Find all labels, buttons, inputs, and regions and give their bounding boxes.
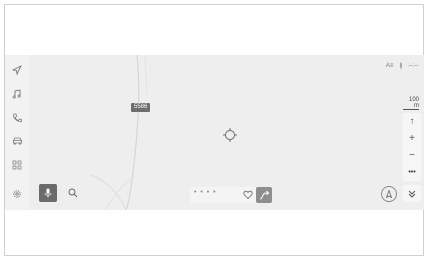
bluetooth-icon: ∦ bbox=[399, 63, 403, 69]
navigation-icon[interactable] bbox=[8, 61, 26, 79]
route-button[interactable] bbox=[256, 187, 272, 203]
search-icon bbox=[68, 188, 78, 198]
compass-button[interactable] bbox=[381, 186, 397, 202]
zoom-in-button[interactable]: + bbox=[403, 130, 421, 147]
compass-arrow-icon bbox=[385, 190, 393, 198]
apps-icon[interactable] bbox=[8, 156, 26, 174]
favorite-icon[interactable] bbox=[243, 190, 253, 200]
destination-placeholder: • • • • bbox=[194, 189, 217, 196]
heading-up-button[interactable]: ↑ bbox=[403, 113, 421, 130]
map-cursor-icon bbox=[223, 128, 237, 142]
destination-bar[interactable]: • • • • bbox=[190, 187, 272, 203]
map-controls: ↑ + − ••• bbox=[403, 113, 421, 181]
map-scale: 100 m bbox=[403, 97, 419, 110]
sidebar bbox=[5, 55, 29, 210]
phone-icon[interactable] bbox=[8, 109, 26, 127]
map-screen[interactable]: 5586 A≡ ∦ --:-- 100 m ↑ + − ••• • • • • bbox=[5, 55, 424, 210]
voice-button[interactable] bbox=[39, 184, 57, 202]
chevron-double-down-icon bbox=[408, 190, 416, 198]
more-button[interactable]: ••• bbox=[403, 164, 421, 181]
route-icon bbox=[259, 190, 270, 200]
route-number-label: 5586 bbox=[131, 103, 151, 112]
expand-button[interactable] bbox=[403, 185, 421, 202]
audio-status: A≡ bbox=[385, 62, 394, 69]
status-bar: A≡ ∦ --:-- bbox=[385, 62, 418, 70]
car-icon[interactable] bbox=[8, 132, 26, 150]
microphone-icon bbox=[44, 188, 52, 198]
clock: --:-- bbox=[408, 62, 418, 69]
search-button[interactable] bbox=[64, 184, 82, 202]
music-icon[interactable] bbox=[8, 85, 26, 103]
settings-icon[interactable] bbox=[8, 185, 26, 203]
zoom-out-button[interactable]: − bbox=[403, 147, 421, 164]
